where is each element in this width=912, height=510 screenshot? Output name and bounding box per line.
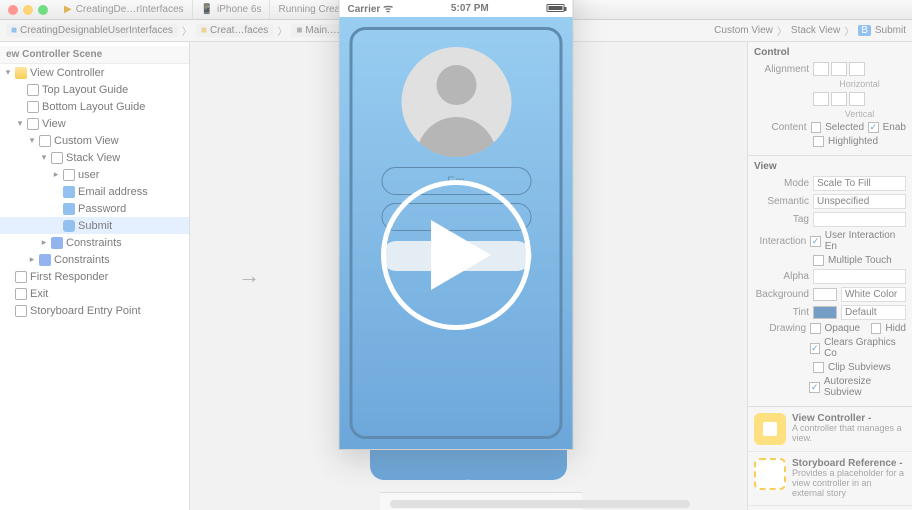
outline-row[interactable]: Exit [0, 285, 189, 302]
outline-row[interactable]: Password [0, 200, 189, 217]
outline-row[interactable]: ▾View [0, 115, 189, 132]
multiple-touch-checkbox[interactable] [813, 255, 824, 266]
outline-row[interactable]: ▸Constraints [0, 234, 189, 251]
outline-row[interactable]: Submit [0, 217, 189, 234]
simulator-status-bar: Carrier ᯤ 5:07 PM [340, 0, 573, 17]
view-controller-icon [754, 413, 786, 445]
inspector-panel: Control Alignment Horizontal Vertical Co… [747, 42, 912, 510]
alignment-horizontal[interactable] [813, 62, 865, 76]
outline-row[interactable]: Top Layout Guide [0, 81, 189, 98]
autoresize-checkbox[interactable] [809, 382, 819, 393]
document-outline[interactable]: ew Controller Scene ▾View ControllerTop … [0, 42, 190, 510]
alignment-vertical[interactable] [813, 92, 865, 106]
battery-icon [547, 4, 565, 12]
mode-select[interactable]: Scale To Fill [813, 176, 906, 191]
outline-row[interactable]: ▸user [0, 166, 189, 183]
opaque-checkbox[interactable] [810, 323, 821, 334]
object-library[interactable]: View Controller - A controller that mana… [748, 407, 912, 510]
tint-swatch[interactable] [813, 306, 837, 319]
background-swatch[interactable] [813, 288, 837, 301]
entry-point-arrow: → [238, 263, 260, 289]
play-icon [431, 220, 491, 290]
control-section-header: Control [754, 47, 906, 58]
scheme-selector[interactable]: ▶ CreatingDe…rInterfaces [56, 0, 193, 19]
outline-row[interactable]: First Responder [0, 268, 189, 285]
outline-row[interactable]: ▾Stack View [0, 149, 189, 166]
clears-graphics-checkbox[interactable] [810, 343, 820, 354]
library-item-navigation-controller[interactable]: ‹ Navigation Controller - A controller t… [748, 506, 912, 510]
view-section-header: View [754, 161, 906, 172]
destination-selector[interactable]: 📱 iPhone 6s [193, 0, 271, 19]
canvas-scrollbar[interactable] [390, 500, 690, 508]
user-interaction-checkbox[interactable] [810, 236, 821, 247]
outline-row[interactable]: ▾Custom View [0, 132, 189, 149]
outline-header: ew Controller Scene [0, 46, 189, 64]
outline-row[interactable]: Bottom Layout Guide [0, 98, 189, 115]
library-item-storyboard-reference[interactable]: Storyboard Reference - Provides a placeh… [748, 452, 912, 506]
tag-field[interactable] [813, 212, 906, 227]
hidden-checkbox[interactable] [871, 323, 882, 334]
outline-row[interactable]: ▸Constraints [0, 251, 189, 268]
enabled-checkbox[interactable] [868, 122, 879, 133]
status-time: 5:07 PM [451, 3, 489, 14]
highlighted-checkbox[interactable] [813, 136, 824, 147]
semantic-select[interactable]: Unspecified [813, 194, 906, 209]
library-item-view-controller[interactable]: View Controller - A controller that mana… [748, 407, 912, 452]
storyboard-reference-icon [754, 458, 786, 490]
avatar-image [401, 47, 511, 157]
clip-subviews-checkbox[interactable] [813, 362, 824, 373]
alpha-field[interactable] [813, 269, 906, 284]
window-traffic-lights[interactable] [0, 5, 56, 15]
play-button[interactable] [381, 180, 531, 330]
wifi-icon: ᯤ [383, 3, 393, 15]
outline-row[interactable]: ▾View Controller [0, 64, 189, 81]
selected-checkbox[interactable] [811, 122, 822, 133]
outline-row[interactable]: Email address [0, 183, 189, 200]
outline-row[interactable]: Storyboard Entry Point [0, 302, 189, 319]
